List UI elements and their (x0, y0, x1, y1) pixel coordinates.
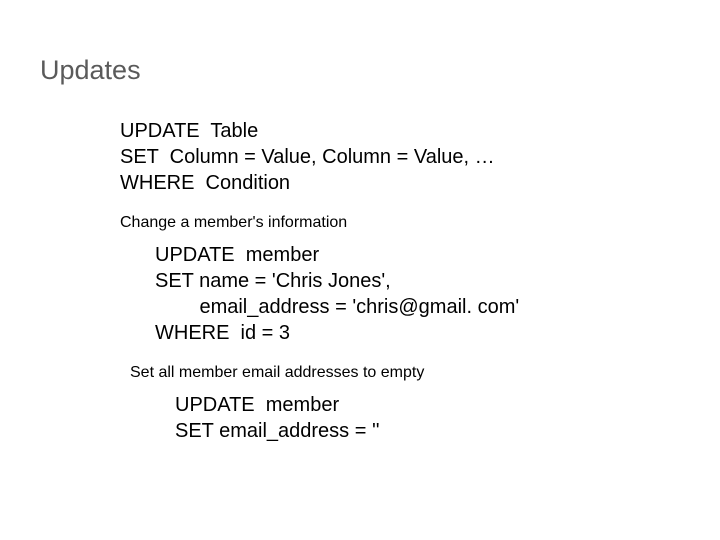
syntax-line: WHERE Condition (120, 170, 720, 196)
example-1-label: Change a member's information (120, 214, 720, 232)
slide-title: Updates (40, 55, 720, 86)
syntax-line: UPDATE Table (120, 118, 720, 144)
example-1-code: UPDATE member SET name = 'Chris Jones', … (155, 242, 720, 346)
example-2-label: Set all member email addresses to empty (130, 364, 720, 382)
code-line: UPDATE member (155, 242, 720, 268)
code-line: SET name = 'Chris Jones', (155, 268, 720, 294)
code-line: email_address = 'chris@gmail. com' (155, 294, 720, 320)
code-line: SET email_address = '' (175, 418, 720, 444)
code-line: WHERE id = 3 (155, 320, 720, 346)
example-2-code: UPDATE member SET email_address = '' (175, 392, 720, 444)
syntax-line: SET Column = Value, Column = Value, … (120, 144, 720, 170)
code-line: UPDATE member (175, 392, 720, 418)
syntax-block: UPDATE Table SET Column = Value, Column … (120, 118, 720, 196)
